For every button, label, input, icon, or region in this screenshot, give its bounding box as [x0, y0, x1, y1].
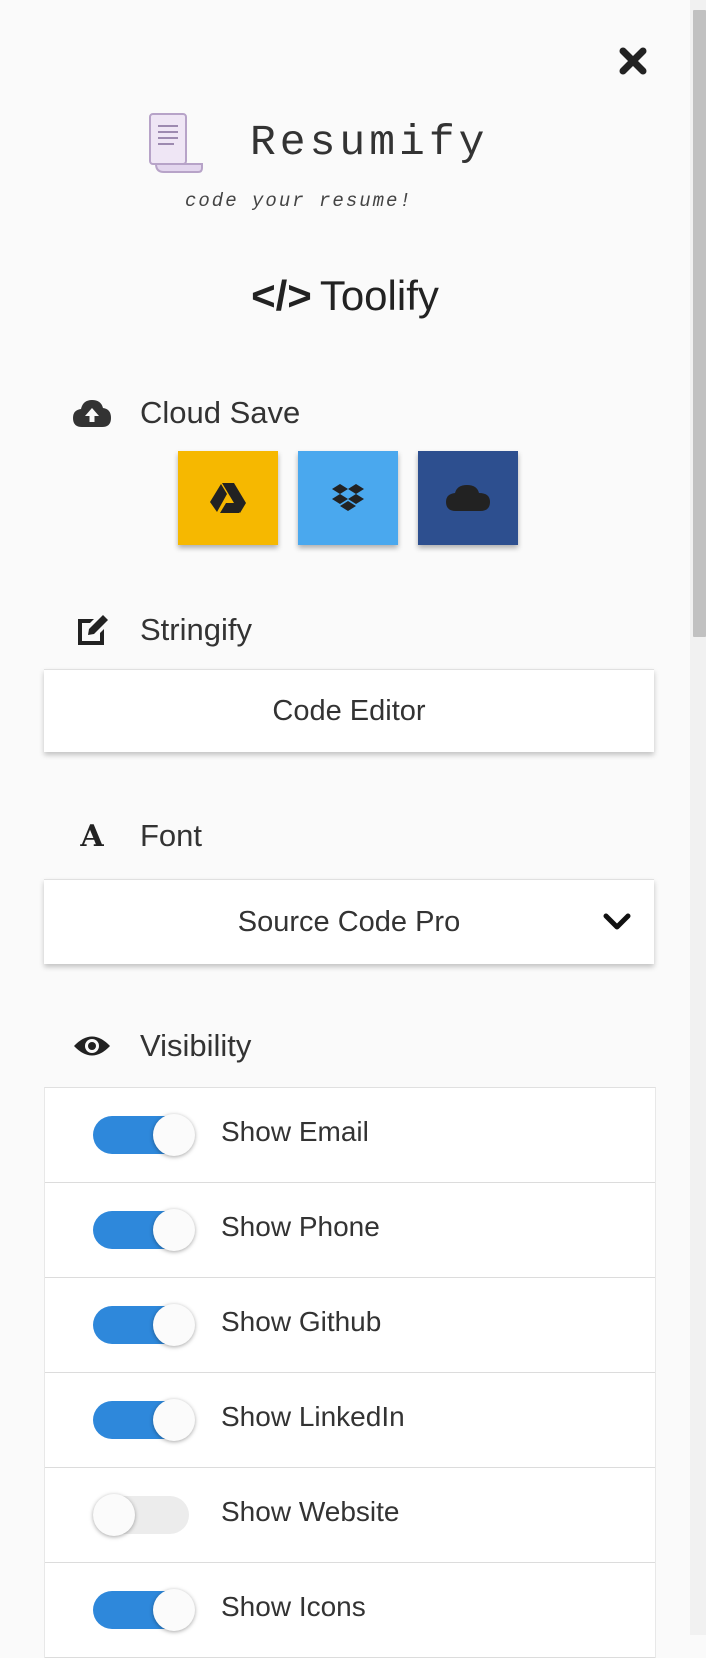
visibility-row-website: Show Website [45, 1468, 655, 1563]
show-icons-toggle[interactable] [93, 1589, 195, 1631]
stringify-label: Stringify [140, 612, 252, 647]
cloud-icon [446, 485, 490, 511]
dropbox-icon [332, 484, 364, 511]
visibility-row-email: Show Email [45, 1088, 655, 1183]
sidebar-panel: Resumify code your resume! </> Toolify Cl… [0, 0, 690, 1658]
dropbox-button[interactable] [298, 451, 398, 545]
show-linkedin-label: Show LinkedIn [221, 1401, 405, 1432]
show-email-toggle[interactable] [93, 1114, 195, 1156]
scrollbar-thumb[interactable] [693, 10, 706, 637]
cloud-upload-icon [72, 393, 112, 433]
show-phone-label: Show Phone [221, 1211, 380, 1242]
eye-icon [72, 1026, 112, 1066]
onedrive-button[interactable] [418, 451, 518, 545]
visibility-row-phone: Show Phone [45, 1183, 655, 1278]
brand-title: Resumify [250, 118, 489, 167]
visibility-header: Visibility [72, 1024, 251, 1068]
show-github-label: Show Github [221, 1306, 382, 1337]
font-icon: A [80, 818, 104, 854]
show-linkedin-toggle[interactable] [93, 1399, 195, 1441]
close-x-icon [619, 47, 647, 75]
cloud-save-label: Cloud Save [140, 395, 301, 430]
show-icons-label: Show Icons [221, 1591, 366, 1622]
brand-tagline: code your resume! [185, 190, 413, 212]
toggle-knob [153, 1209, 195, 1251]
toolify-title: Toolify [319, 272, 439, 319]
cloud-save-header: Cloud Save [72, 391, 300, 435]
google-drive-button[interactable] [178, 451, 278, 545]
cloud-save-buttons [178, 451, 518, 545]
chevron-down-icon [603, 913, 631, 930]
edit-icon [72, 610, 112, 650]
scroll-document-icon [148, 112, 204, 174]
show-website-label: Show Website [221, 1496, 400, 1527]
toggle-knob [153, 1304, 195, 1346]
google-drive-icon [210, 483, 246, 513]
visibility-list: Show Email Show Phone Show Github Show L… [44, 1087, 656, 1658]
show-phone-toggle[interactable] [93, 1209, 195, 1251]
visibility-row-linkedin: Show LinkedIn [45, 1373, 655, 1468]
toggle-knob [93, 1494, 135, 1536]
visibility-row-icons: Show Icons [45, 1563, 655, 1658]
toolify-heading: </> Toolify [0, 272, 690, 320]
close-button[interactable] [616, 44, 650, 78]
toggle-knob [153, 1114, 195, 1156]
font-label: Font [140, 818, 203, 853]
visibility-label: Visibility [140, 1028, 252, 1063]
font-selected-value: Source Code Pro [237, 905, 461, 938]
show-github-toggle[interactable] [93, 1304, 195, 1346]
toggle-knob [153, 1589, 195, 1631]
toggle-knob [153, 1399, 195, 1441]
show-website-toggle[interactable] [93, 1494, 195, 1536]
font-header: A Font [72, 814, 202, 858]
font-select[interactable]: Source Code Pro [44, 879, 654, 964]
code-brackets-icon: </> [251, 272, 312, 319]
code-editor-button[interactable]: Code Editor [44, 669, 654, 752]
show-email-label: Show Email [221, 1116, 369, 1147]
stringify-header: Stringify [72, 608, 252, 652]
visibility-row-github: Show Github [45, 1278, 655, 1373]
